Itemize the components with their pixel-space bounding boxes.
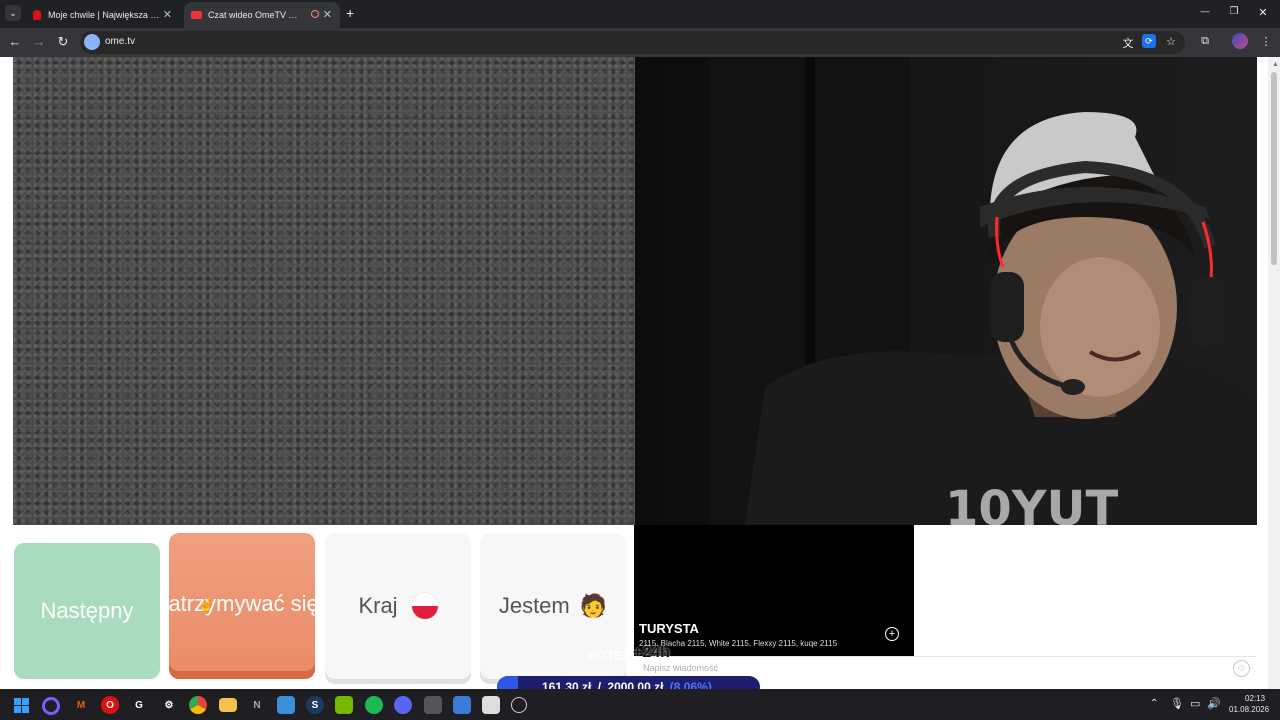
windows-start-icon[interactable] xyxy=(12,696,30,714)
photos-icon[interactable] xyxy=(277,696,295,714)
taskbar-app-icon[interactable] xyxy=(482,696,500,714)
next-button-label: Następny xyxy=(40,598,134,623)
stop-button[interactable]: Zatrzymywać się ☝ xyxy=(169,533,315,679)
notion-icon[interactable]: N xyxy=(248,696,266,714)
self-video: 10YUT xyxy=(635,57,1257,525)
spotify-icon[interactable] xyxy=(365,696,383,714)
scroll-up-arrow-icon[interactable]: ▲ xyxy=(1272,61,1279,68)
snipping-tool-icon[interactable] xyxy=(453,696,471,714)
svg-text:10YUT: 10YUT xyxy=(945,481,1119,525)
gender-button-label: Jestem xyxy=(498,593,570,618)
close-window-button[interactable]: ✕ xyxy=(1253,6,1273,19)
microphone-icon[interactable]: 🎙 xyxy=(1170,697,1184,710)
ad-title: TURYSTA xyxy=(639,621,699,636)
tab-search-button[interactable]: ⌄ xyxy=(5,5,21,21)
extensions-icon[interactable]: ⧉ xyxy=(1197,35,1213,48)
volume-icon[interactable]: 🔊 xyxy=(1207,697,1221,710)
tab-favicon-icon xyxy=(33,10,41,20)
g-hub-icon[interactable]: G xyxy=(130,696,148,714)
overlay-label: FOTEL xyxy=(588,648,631,663)
reload-icon[interactable]: ↻ xyxy=(54,34,72,50)
tab-close-icon[interactable]: ✕ xyxy=(163,8,172,21)
tray-chevron-icon[interactable]: ⌃ xyxy=(1150,698,1158,709)
calculator-icon[interactable] xyxy=(424,696,442,714)
opera-icon[interactable]: O xyxy=(101,696,119,714)
youtube-favicon-icon xyxy=(191,11,202,19)
country-button[interactable]: Kraj xyxy=(325,533,471,679)
profile-avatar[interactable] xyxy=(1232,33,1248,49)
clock-time[interactable]: 02:13 xyxy=(1245,694,1265,703)
browser-toolbar: ← → ↻ ome.tv 文 ⟳ ☆ ⧉ ⋮ xyxy=(0,28,1280,57)
recording-icon xyxy=(311,10,319,18)
emoji-smile-icon[interactable]: ☺ xyxy=(1233,660,1250,677)
cortana-icon[interactable] xyxy=(42,697,60,715)
stop-button-label: Zatrzymywać się xyxy=(169,591,315,616)
file-explorer-icon[interactable] xyxy=(219,698,237,712)
clock-date[interactable]: 01.08.2026 xyxy=(1229,705,1269,714)
url-text: ome.tv xyxy=(105,36,136,47)
new-tab-button[interactable]: + xyxy=(346,5,354,21)
country-button-label: Kraj xyxy=(358,593,398,618)
next-button[interactable]: Następny xyxy=(14,543,160,679)
poland-flag-icon xyxy=(411,593,438,619)
translate-icon[interactable]: 文 xyxy=(1120,35,1136,51)
tab-ometv[interactable]: Czat wideo OmeTV — altern ✕ xyxy=(184,2,340,28)
forward-arrow-icon[interactable]: → xyxy=(30,34,48,49)
chrome-icon[interactable] xyxy=(189,696,207,714)
tab-moje-chwile[interactable]: Moje chwile | Największa strona ✕ xyxy=(26,2,180,28)
steam-icon[interactable]: S xyxy=(306,696,324,714)
chat-placeholder: Napisz wiadomość xyxy=(643,663,719,673)
tab-title: Moje chwile | Największa strona xyxy=(48,10,160,20)
webcam-person-image: 10YUT xyxy=(710,57,1257,525)
menu-kebab-icon[interactable]: ⋮ xyxy=(1258,35,1274,48)
tab-title: Czat wideo OmeTV — altern xyxy=(208,10,304,20)
address-bar[interactable]: ome.tv xyxy=(80,31,1185,54)
partner-video-noise xyxy=(13,57,635,525)
tab-close-icon[interactable]: ✕ xyxy=(323,8,332,21)
display-icon[interactable]: ▭ xyxy=(1190,697,1200,710)
bookmark-star-icon[interactable]: ☆ xyxy=(1163,35,1179,48)
scrollbar-thumb[interactable] xyxy=(1271,72,1277,265)
steelseries-icon[interactable]: ⚙ xyxy=(160,696,178,714)
back-arrow-icon[interactable]: ← xyxy=(6,34,24,49)
mouse-cursor-icon: ☝ xyxy=(198,597,215,612)
discord-icon[interactable] xyxy=(394,696,412,714)
maximize-button[interactable]: ❐ xyxy=(1224,6,1244,17)
add-circle-icon[interactable]: + xyxy=(885,627,899,641)
nvidia-icon[interactable] xyxy=(335,696,353,714)
overlay-plus-label: +24h xyxy=(633,644,670,661)
tab-strip: ⌄ Moje chwile | Największa strona ✕ Czat… xyxy=(0,0,1280,28)
minimize-button[interactable]: — xyxy=(1195,6,1215,16)
site-info-icon[interactable] xyxy=(84,34,100,50)
clock-app-icon[interactable] xyxy=(511,697,527,713)
page-scrollbar[interactable]: ▲ xyxy=(1268,57,1280,689)
cast-icon[interactable]: ⟳ xyxy=(1142,34,1156,48)
partner-info-box: TURYSTA 2115, Blacha 2115, White 2115, F… xyxy=(634,525,914,656)
person-emoji-icon: 🧑 xyxy=(579,593,608,618)
msi-icon[interactable]: M xyxy=(72,696,90,714)
